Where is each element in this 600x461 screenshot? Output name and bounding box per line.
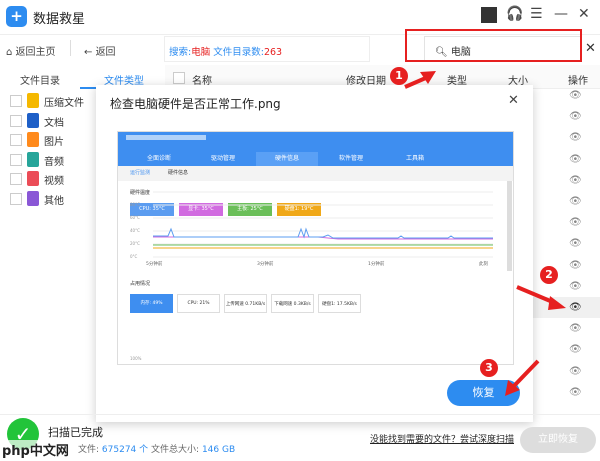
shot-line (153, 227, 493, 239)
clear-search-button[interactable]: ✕ (585, 41, 596, 56)
file-type-icon (27, 171, 39, 186)
divider (70, 40, 71, 56)
file-type-icon (27, 151, 39, 167)
shot-usage-card: 上传网速 0.71KB/s (224, 294, 267, 313)
close-icon[interactable]: ✕ (578, 6, 590, 22)
preview-eye-icon[interactable]: 👁︎ (569, 238, 582, 249)
shot-usage-card: 下载网速 0.3KB/s (271, 294, 314, 313)
preview-eye-icon[interactable]: 👁︎ (569, 344, 582, 355)
shot-temp-chart (153, 191, 493, 258)
preview-eye-icon[interactable]: 👁︎ (569, 217, 582, 228)
modal-title: 检查电脑硬件是否正常工作.png (110, 97, 281, 111)
preview-eye-icon[interactable]: 👁︎ (569, 90, 582, 101)
shot-scrollbar (507, 181, 512, 271)
preview-eye-icon[interactable]: 👁︎ (569, 132, 582, 143)
preview-eye-icon[interactable]: 👁︎ (569, 175, 582, 186)
menu-icon[interactable]: ☰ (530, 6, 543, 22)
shot-tick: 100% (130, 356, 142, 361)
file-type-icon (27, 190, 39, 206)
preview-eye-icon[interactable]: 👁︎ (569, 366, 582, 377)
highlight-box (405, 29, 582, 62)
preview-eye-icon[interactable]: 👁︎ (569, 387, 582, 398)
shot-usage-card: 内存: 49% (130, 294, 173, 313)
tab-file-directory[interactable]: 文件目录 (20, 72, 60, 87)
checkbox[interactable] (10, 114, 22, 127)
file-type-icon (27, 112, 39, 128)
preview-eye-icon[interactable]: 👁︎ (569, 281, 582, 292)
file-type-icon (27, 93, 39, 108)
preview-eye-icon[interactable]: 👁︎ (569, 302, 582, 313)
shot-usage-card: 硬盘1: 17.5KB/s (318, 294, 361, 313)
headset-icon[interactable]: 🎧 (506, 6, 523, 22)
shot-usage-title: 占用情况 (130, 281, 151, 287)
home-icon: ⌂ (6, 47, 16, 58)
checkbox[interactable] (10, 153, 22, 166)
deep-scan-link[interactable]: 没能找到需要的文件？尝试深度扫描 (370, 432, 514, 445)
preview-eye-icon[interactable]: 👁︎ (569, 323, 582, 334)
scan-summary: 文件: 675274 个 文件总大小: 146 GB (78, 445, 236, 455)
checkbox[interactable] (10, 173, 22, 185)
home-button[interactable]: ⌂ 返回主页 (6, 43, 56, 58)
preview-eye-icon[interactable]: 👁︎ (569, 196, 582, 207)
annotation-badge-3: 3 (480, 359, 498, 377)
app-title: 数据救星 (33, 12, 86, 27)
watermark: php中文网 (2, 440, 69, 459)
restore-button[interactable]: 恢复 (447, 380, 520, 406)
minimize-icon[interactable]: — (554, 6, 568, 22)
scan-status: 扫描已完成 (48, 426, 103, 439)
shot-usage-card: CPU: 21% (177, 294, 220, 313)
search-summary: 搜索:电脑 文件目录数:263 (164, 36, 370, 62)
highlighted-row (533, 297, 600, 318)
arrow-left-icon: ← (84, 47, 96, 58)
app-logo: + (6, 6, 27, 27)
file-type-icon (27, 132, 39, 147)
preview-eye-icon[interactable]: 👁︎ (569, 260, 582, 271)
annotation-badge-1: 1 (390, 67, 408, 85)
preview-eye-icon[interactable]: 👁︎ (569, 111, 582, 122)
checkbox[interactable] (10, 134, 22, 146)
checkbox[interactable] (10, 95, 22, 107)
modal-close-button[interactable]: ✕ (508, 93, 519, 108)
select-all-checkbox[interactable] (173, 72, 185, 84)
checkbox[interactable] (10, 192, 22, 205)
annotation-badge-2: 2 (540, 266, 558, 284)
preview-modal: 检查电脑硬件是否正常工作.png ✕ 全面诊断 驱动管理 硬件信息 软件管理 工具箱 运… (96, 85, 533, 422)
preview-image: 全面诊断 驱动管理 硬件信息 软件管理 工具箱 运行监测 硬件信息 硬件温度 CPU: … (117, 131, 514, 365)
column-action[interactable]: 操作 (568, 72, 588, 87)
preview-eye-icon[interactable]: 👁︎ (569, 154, 582, 165)
user-avatar[interactable] (481, 7, 497, 23)
recover-now-button[interactable]: 立即恢复 (520, 427, 596, 453)
back-button[interactable]: ← 返回 (84, 43, 116, 58)
